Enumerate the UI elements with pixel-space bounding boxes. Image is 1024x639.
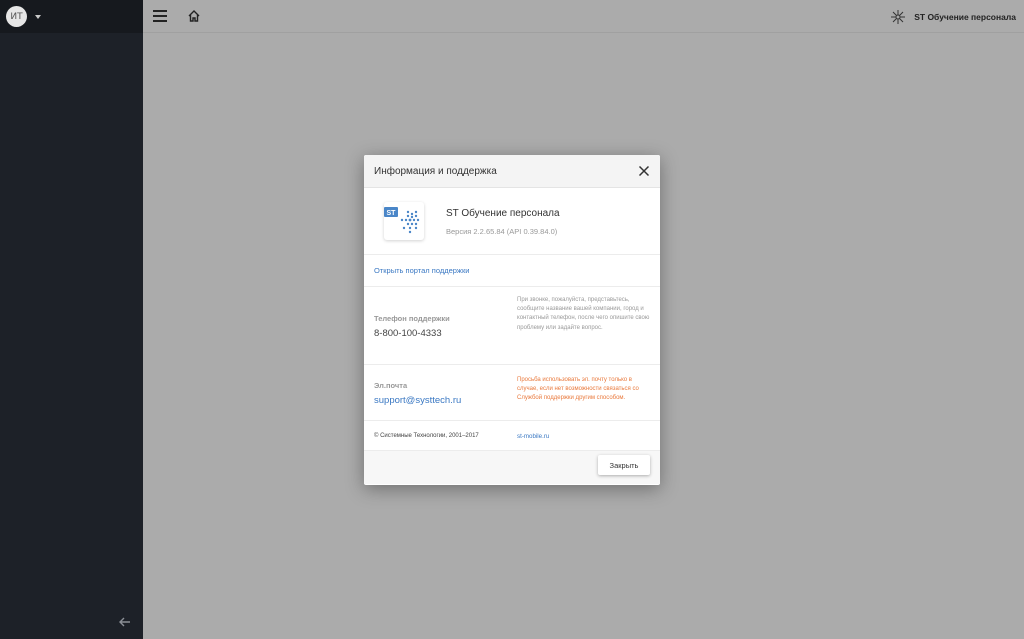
email-note: Просьба использовать эл. почту только в …	[517, 377, 639, 402]
app-version: Версия 2.2.65.84 (API 0.39.84.0)	[446, 227, 558, 236]
dialog-actions: Закрыть	[364, 451, 660, 484]
app-info: ST ST Обучение персонала Версия 2.2.65.8…	[364, 188, 660, 255]
header-app-title: ST Обучение персонала	[914, 11, 1016, 22]
site-link[interactable]: st-mobile.ru	[517, 433, 549, 440]
phone-note: При звонке, пожалуйста, представьтесь, с…	[517, 297, 650, 331]
app-logo-icon	[891, 9, 906, 24]
phone-value: 8-800-100-4333	[374, 328, 442, 339]
user-menu[interactable]: ИТ	[0, 0, 143, 33]
avatar[interactable]: ИТ	[6, 6, 27, 27]
phone-label: Телефон поддержки	[374, 314, 450, 323]
top-bar: ST Обучение персонала	[143, 0, 1024, 33]
app-logo: ST	[384, 202, 424, 240]
app-logo-text: ST	[387, 210, 397, 217]
dialog-title: Информация и поддержка	[374, 165, 497, 177]
copyright: © Системные Технологии, 2001–2017	[374, 433, 479, 439]
email-row: Эл.почта support@systtech.ru Просьба исп…	[364, 365, 660, 421]
sidebar: ИТ	[0, 0, 143, 639]
phone-row: Телефон поддержки 8-800-100-4333 При зво…	[364, 287, 660, 365]
menu-icon[interactable]	[153, 10, 167, 22]
chevron-down-icon[interactable]	[35, 14, 41, 19]
close-button[interactable]: Закрыть	[598, 455, 650, 475]
email-label: Эл.почта	[374, 381, 408, 390]
home-icon[interactable]	[187, 9, 201, 23]
arrow-left-icon[interactable]	[118, 615, 132, 629]
header-app-brand[interactable]: ST Обучение персонала	[890, 0, 1016, 33]
footer-info: © Системные Технологии, 2001–2017 st-mob…	[364, 421, 660, 451]
email-link[interactable]: support@systtech.ru	[374, 395, 461, 406]
app-name: ST Обучение персонала	[446, 208, 560, 219]
info-support-dialog: Информация и поддержка ST ST Обучение пе…	[364, 155, 660, 485]
support-portal-link[interactable]: Открыть портал поддержки	[374, 266, 469, 275]
dialog-header: Информация и поддержка	[364, 155, 660, 188]
support-portal-row: Открыть портал поддержки	[364, 255, 660, 287]
close-icon[interactable]	[638, 165, 650, 177]
